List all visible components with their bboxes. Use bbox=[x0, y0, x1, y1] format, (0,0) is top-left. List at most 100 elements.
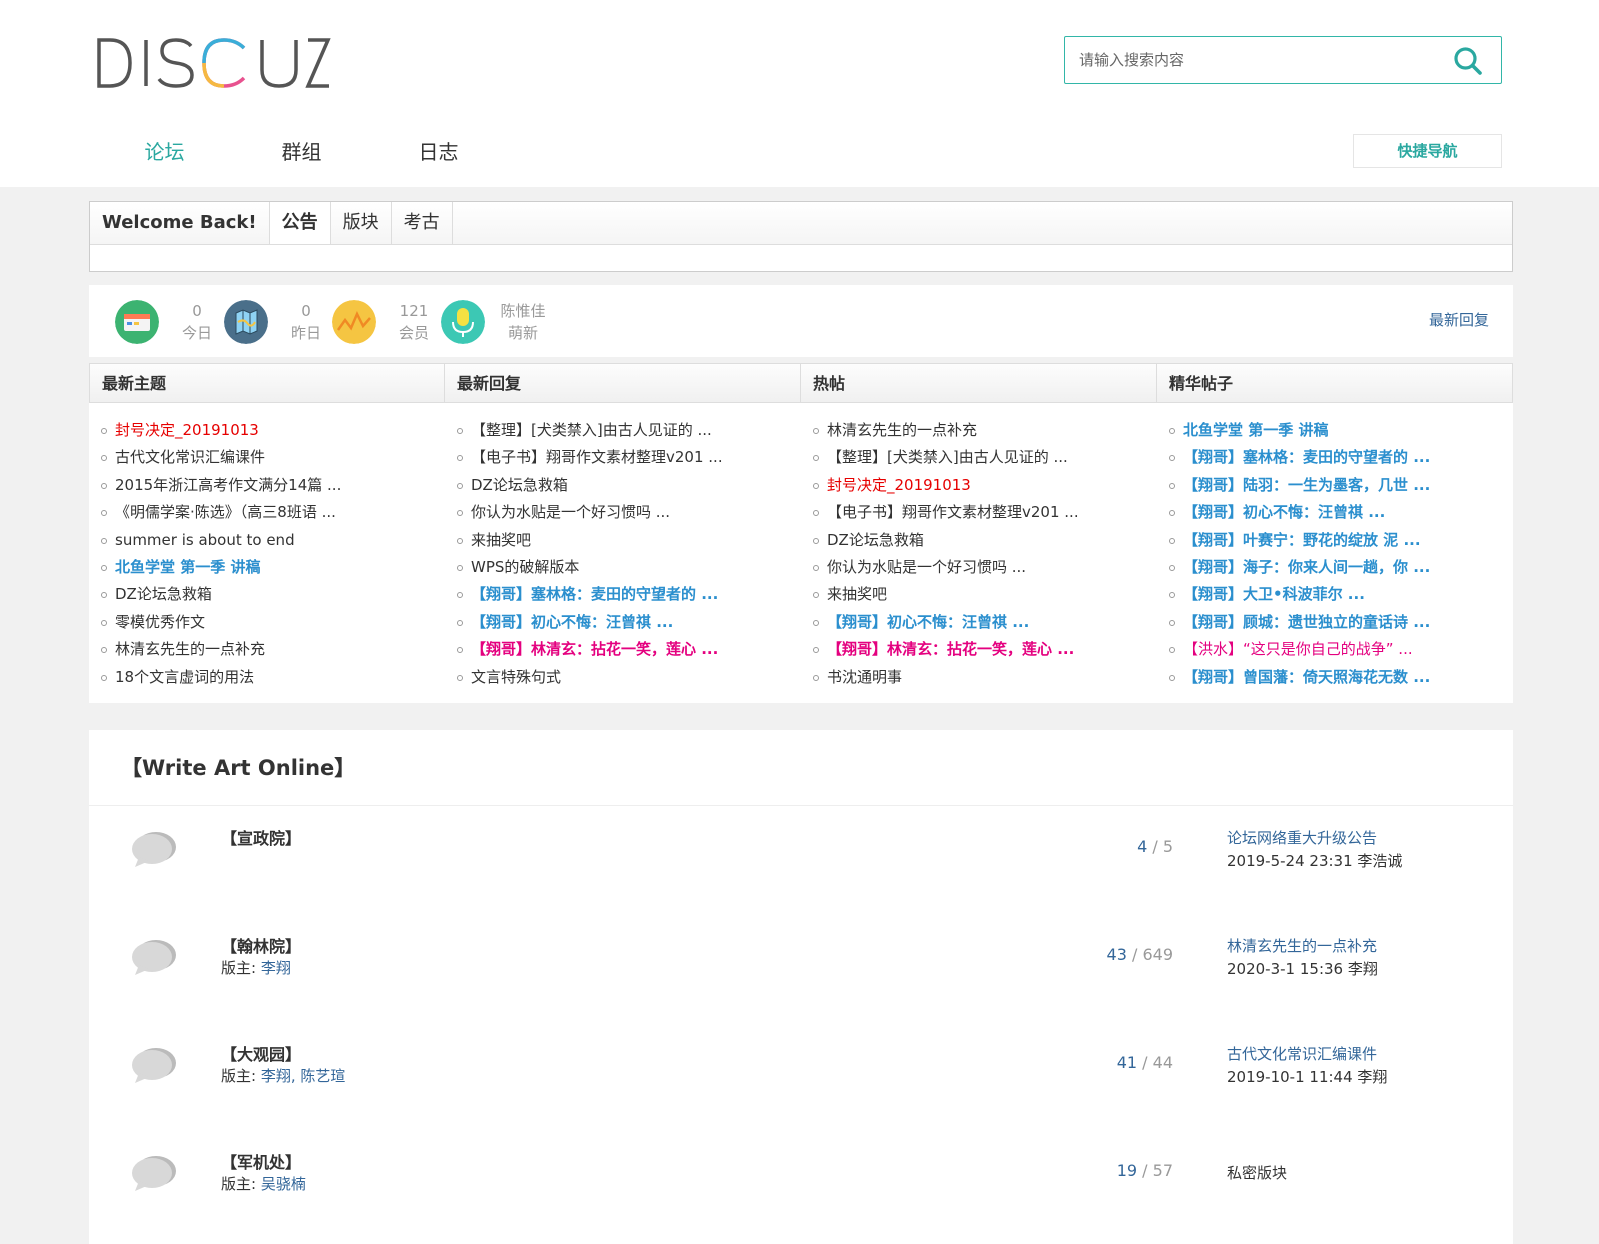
chart-icon bbox=[332, 300, 376, 344]
post-count: 5 bbox=[1162, 837, 1173, 856]
thread-link[interactable]: 北鱼学堂 第一季 讲稿 bbox=[1169, 417, 1513, 444]
nav-blog[interactable]: 日志 bbox=[370, 132, 507, 172]
thread-link[interactable]: DZ论坛急救箱 bbox=[813, 527, 1157, 554]
thread-link[interactable]: 【翔哥】叶赛宁：野花的绽放 泥 ... bbox=[1169, 527, 1513, 554]
count-separator: / bbox=[1147, 837, 1163, 856]
forum-bubble-icon bbox=[131, 937, 177, 977]
chat-bubble-icon bbox=[132, 1048, 176, 1083]
nav-forum[interactable]: 论坛 bbox=[96, 132, 233, 172]
thread-link[interactable]: 【翔哥】顾城：遗世独立的童话诗 ... bbox=[1169, 609, 1513, 636]
thread-link[interactable]: DZ论坛急救箱 bbox=[101, 581, 445, 608]
thread-link[interactable]: DZ论坛急救箱 bbox=[457, 472, 801, 499]
thread-link[interactable]: 【整理】[犬类禁入]由古人见证的 ... bbox=[813, 444, 1157, 471]
thread-link[interactable]: 你认为水贴是一个好习惯吗 ... bbox=[457, 499, 801, 526]
forum-row: 【翰林院】 版主: 李翔 43 / 649 林清玄先生的一点补充 2020-3-1 15… bbox=[89, 915, 1513, 1025]
thread-link[interactable]: 【翔哥】海子：你来人间一趟，你 ... bbox=[1169, 554, 1513, 581]
column-header: 精华帖子 bbox=[1157, 363, 1513, 403]
thread-link[interactable]: 书沈通明事 bbox=[813, 664, 1157, 691]
thread-link[interactable]: 北鱼学堂 第一季 讲稿 bbox=[101, 554, 445, 581]
category-title[interactable]: 【Write Art Online】 bbox=[89, 730, 1513, 806]
search-icon[interactable] bbox=[1453, 46, 1483, 76]
latest-reply-link[interactable]: 最新回复 bbox=[1429, 309, 1489, 330]
thread-link[interactable]: 【翔哥】林清玄：拈花一笑，莲心 ... bbox=[457, 636, 801, 663]
forum-row: 【大观园】 版主: 李翔, 陈艺瑄 41 / 44 古代文化常识汇编课件 2019-10… bbox=[89, 1023, 1513, 1133]
last-post-title[interactable]: 论坛网络重大升级公告 bbox=[1227, 827, 1402, 850]
last-post: 论坛网络重大升级公告 2019-5-24 23:31 李浩诚 bbox=[1227, 827, 1402, 873]
thread-link[interactable]: 【整理】[犬类禁入]由古人见证的 ... bbox=[457, 417, 801, 444]
thread-link[interactable]: 【洪水】“这只是你自己的战争” ... bbox=[1169, 636, 1513, 663]
column-digest-threads: 精华帖子 北鱼学堂 第一季 讲稿 【翔哥】塞林格：麦田的守望者的 ... 【翔哥】陆羽… bbox=[1157, 363, 1513, 703]
thread-link[interactable]: 你认为水贴是一个好习惯吗 ... bbox=[813, 554, 1157, 581]
thread-link[interactable]: 零模优秀作文 bbox=[101, 609, 445, 636]
stat-yesterday-num: 0 bbox=[301, 302, 311, 320]
tab-archive[interactable]: 考古 bbox=[392, 202, 453, 244]
thread-link[interactable]: 【翔哥】塞林格：麦田的守望者的 ... bbox=[457, 581, 801, 608]
thread-count: 43 bbox=[1106, 945, 1127, 964]
thread-list: 林清玄先生的一点补充 【整理】[犬类禁入]由古人见证的 ... 封号决定_20191… bbox=[801, 403, 1157, 691]
forum-name[interactable]: 【大观园】 bbox=[221, 1041, 301, 1065]
moderators-label: 版主: bbox=[221, 1175, 257, 1193]
last-post-title[interactable]: 古代文化常识汇编课件 bbox=[1227, 1043, 1387, 1066]
thread-link[interactable]: 林清玄先生的一点补充 bbox=[813, 417, 1157, 444]
forum-name[interactable]: 【宣政院】 bbox=[221, 825, 301, 849]
search-input[interactable] bbox=[1079, 46, 1439, 74]
thread-link[interactable]: 来抽奖吧 bbox=[813, 581, 1157, 608]
last-post-meta: 2020-3-1 15:36 李翔 bbox=[1227, 960, 1378, 978]
thread-list: 封号决定_20191013 古代文化常识汇编课件 2015年浙江高考作文满分14篇 … bbox=[89, 403, 445, 691]
column-hot-threads: 热帖 林清玄先生的一点补充 【整理】[犬类禁入]由古人见证的 ... 封号决定_201… bbox=[801, 363, 1157, 703]
discuz-logo[interactable] bbox=[96, 36, 331, 90]
stat-yesterday-label: 昨日 bbox=[290, 324, 321, 342]
stat-today-label: 今日 bbox=[181, 324, 212, 342]
forum-name[interactable]: 【翰林院】 bbox=[221, 933, 301, 957]
post-count: 649 bbox=[1142, 945, 1173, 964]
thread-link[interactable]: WPS的破解版本 bbox=[457, 554, 801, 581]
thread-link[interactable]: 《明儒学案·陈选》（高三8班语 ... bbox=[101, 499, 445, 526]
moderators-label: 版主: bbox=[221, 1067, 257, 1085]
stat-newest-member-name[interactable]: 陈惟佳 bbox=[493, 300, 553, 322]
welcome-tabs: Welcome Back! 公告 版块 考古 bbox=[90, 202, 1512, 245]
last-post: 私密版块 bbox=[1227, 1151, 1287, 1185]
stats-bar: 0 今日 0 昨日 121 会员 陈惟佳 萌新 最新回复 bbox=[89, 285, 1513, 357]
tab-sections[interactable]: 版块 bbox=[331, 202, 392, 244]
thread-link[interactable]: 【翔哥】大卫•科波菲尔 ... bbox=[1169, 581, 1513, 608]
thread-link[interactable]: 【翔哥】林清玄：拈花一笑，莲心 ... bbox=[813, 636, 1157, 663]
thread-link[interactable]: 【翔哥】曾国藩：倚天照海花无数 ... bbox=[1169, 664, 1513, 691]
moderator-link[interactable]: 李翔 bbox=[261, 959, 291, 977]
thread-link[interactable]: 【翔哥】塞林格：麦田的守望者的 ... bbox=[1169, 444, 1513, 471]
thread-link[interactable]: 【翔哥】初心不悔：汪曾祺 ... bbox=[457, 609, 801, 636]
last-post-meta: 2019-5-24 23:31 李浩诚 bbox=[1227, 852, 1403, 870]
thread-link[interactable]: 【翔哥】初心不悔：汪曾祺 ... bbox=[813, 609, 1157, 636]
map-icon bbox=[224, 300, 268, 344]
tab-welcome[interactable]: Welcome Back! bbox=[90, 202, 270, 244]
last-post-title[interactable]: 林清玄先生的一点补充 bbox=[1227, 935, 1378, 958]
tab-announcement[interactable]: 公告 bbox=[269, 202, 331, 244]
forum-moderators: 版主: 李翔, 陈艺瑄 bbox=[221, 1065, 345, 1086]
thread-link[interactable]: 【翔哥】初心不悔：汪曾祺 ... bbox=[1169, 499, 1513, 526]
chat-bubble-icon bbox=[132, 1156, 176, 1191]
forum-moderators: 版主: 李翔 bbox=[221, 957, 291, 978]
thread-link[interactable]: 封号决定_20191013 bbox=[813, 472, 1157, 499]
thread-link[interactable]: 2015年浙江高考作文满分14篇 ... bbox=[101, 472, 445, 499]
thread-link[interactable]: 来抽奖吧 bbox=[457, 527, 801, 554]
quick-nav-button[interactable]: 快捷导航 bbox=[1353, 134, 1502, 168]
post-count: 44 bbox=[1152, 1053, 1173, 1072]
thread-link[interactable]: summer is about to end bbox=[101, 527, 445, 554]
forum-name[interactable]: 【军机处】 bbox=[221, 1149, 301, 1173]
thread-link[interactable]: 【电子书】翔哥作文素材整理v201 ... bbox=[813, 499, 1157, 526]
thread-link[interactable]: 封号决定_20191013 bbox=[101, 417, 445, 444]
nav-groups[interactable]: 群组 bbox=[233, 132, 370, 172]
thread-list: 【整理】[犬类禁入]由古人见证的 ... 【电子书】翔哥作文素材整理v201 ..… bbox=[445, 403, 801, 691]
thread-link[interactable]: 【电子书】翔哥作文素材整理v201 ... bbox=[457, 444, 801, 471]
thread-link[interactable]: 【翔哥】陆羽：一生为墨客，几世 ... bbox=[1169, 472, 1513, 499]
thread-link[interactable]: 林清玄先生的一点补充 bbox=[101, 636, 445, 663]
thread-list: 北鱼学堂 第一季 讲稿 【翔哥】塞林格：麦田的守望者的 ... 【翔哥】陆羽：一生为… bbox=[1157, 403, 1513, 691]
thread-link[interactable]: 18个文言虚词的用法 bbox=[101, 664, 445, 691]
forum-bubble-icon bbox=[131, 1045, 177, 1085]
thread-link[interactable]: 文言特殊句式 bbox=[457, 664, 801, 691]
moderator-link[interactable]: 李翔, 陈艺瑄 bbox=[261, 1067, 346, 1085]
thread-link[interactable]: 古代文化常识汇编课件 bbox=[101, 444, 445, 471]
moderator-link[interactable]: 吴骁楠 bbox=[261, 1175, 306, 1193]
column-latest-threads: 最新主题 封号决定_20191013 古代文化常识汇编课件 2015年浙江高考作文满分… bbox=[89, 363, 445, 703]
chat-bubble-icon bbox=[132, 940, 176, 975]
last-post: 古代文化常识汇编课件 2019-10-1 11:44 李翔 bbox=[1227, 1043, 1387, 1089]
